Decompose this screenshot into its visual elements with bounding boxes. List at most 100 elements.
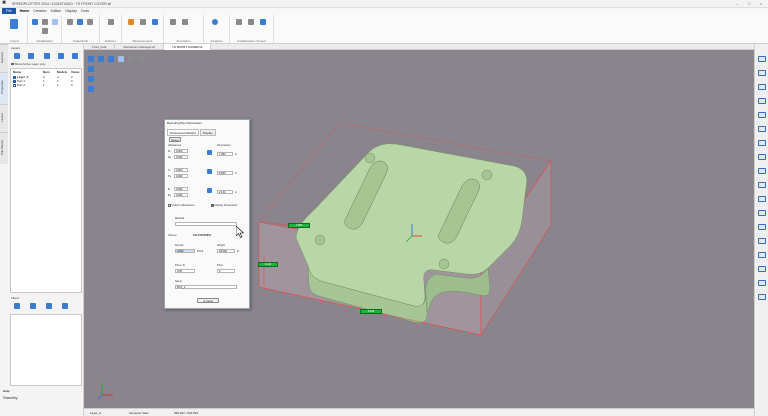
color-icon[interactable]	[758, 266, 766, 272]
layer-add-icon[interactable]	[14, 53, 20, 59]
lock-z-icon[interactable]	[207, 188, 212, 193]
menu-edition[interactable]: Edition	[51, 9, 62, 13]
reset-button[interactable]: Reset	[169, 137, 181, 142]
camera-icon[interactable]	[42, 28, 48, 34]
shade-icon[interactable]	[52, 19, 58, 25]
render-icon[interactable]	[42, 19, 48, 25]
snap-icon[interactable]	[67, 19, 73, 25]
x-plus-field[interactable]: 0.000	[174, 155, 188, 159]
measure-icon[interactable]	[128, 19, 134, 25]
status-view[interactable]: Isometric View	[129, 411, 148, 415]
z-minus-field[interactable]: 0.000	[174, 187, 188, 191]
show-active-layer-option[interactable]: Show Active Layer only	[11, 62, 46, 66]
filter-delete-icon[interactable]	[62, 303, 68, 309]
y-dimension-field[interactable]: 8.830	[217, 171, 233, 175]
filter-edit-icon[interactable]	[30, 303, 36, 309]
tab-properties[interactable]: Properties	[0, 72, 8, 102]
tab-dimensions-weight[interactable]: Dimensions/Weight	[167, 129, 199, 136]
align-icon[interactable]	[87, 19, 93, 25]
z-dimension-field[interactable]: 2.134	[217, 190, 233, 194]
wireframe-icon[interactable]	[758, 210, 766, 216]
texture-icon[interactable]	[758, 280, 766, 286]
filter-add-icon[interactable]	[14, 303, 20, 309]
close-button[interactable]: ⊘ Close	[197, 298, 219, 303]
select-icon[interactable]	[88, 66, 94, 72]
minimize-icon[interactable]: –	[736, 1, 738, 6]
menu-display[interactable]: Display	[65, 9, 76, 13]
view-rotate-icon[interactable]	[108, 56, 114, 62]
status-layer[interactable]: Layer_0	[90, 411, 101, 415]
export-icon[interactable]	[236, 19, 242, 25]
tab-front-bold[interactable]: Front_bold	[84, 43, 116, 50]
tab-explorer[interactable]: Explorer	[0, 44, 8, 70]
transparency-icon[interactable]	[758, 252, 766, 258]
view-pan-icon[interactable]	[118, 56, 124, 62]
view-back-icon[interactable]	[758, 98, 766, 104]
lock-x-icon[interactable]	[207, 150, 212, 155]
dimension-label-z[interactable]: 2.134	[258, 262, 278, 267]
lock-y-icon[interactable]	[207, 169, 212, 174]
view-section-icon[interactable]	[138, 56, 144, 62]
price-per-lb-field[interactable]: 0.00	[175, 269, 195, 273]
label-icon[interactable]	[182, 19, 188, 25]
view-right-icon[interactable]	[758, 84, 766, 90]
view-bottom-icon[interactable]	[758, 112, 766, 118]
view-front-icon[interactable]	[758, 56, 766, 62]
edit-icon[interactable]	[108, 19, 114, 25]
dimension-label-x[interactable]: 8.830	[360, 309, 382, 314]
view-fit-icon[interactable]	[98, 56, 104, 62]
name-field[interactable]: BOX_1	[175, 285, 237, 289]
weight-field[interactable]: 46.090	[217, 249, 235, 253]
cube-view-icon[interactable]	[32, 19, 38, 25]
maximize-icon[interactable]: □	[748, 1, 750, 6]
hidden-lines-icon[interactable]	[758, 224, 766, 230]
y-plus-field[interactable]: 0.000	[174, 174, 188, 178]
distance-icon[interactable]	[140, 19, 146, 25]
display-mode-icon[interactable]	[88, 86, 94, 92]
view-left-icon[interactable]	[758, 126, 766, 132]
view-iso3-icon[interactable]	[758, 168, 766, 174]
tab-front-cover[interactable]: TS FRONT COVER.stl	[164, 43, 212, 50]
tab-mechanism-manager[interactable]: Mechanism Manager.stl	[115, 43, 165, 50]
view-iso2-icon[interactable]	[758, 154, 766, 160]
display-dimensions-option[interactable]: Display Dimensions	[211, 204, 237, 207]
x-minus-field[interactable]: 0.000	[174, 149, 188, 153]
tab-clip-planes[interactable]: Clip Planes	[0, 132, 8, 162]
uniform-allowances-option[interactable]: Uniform Allowances	[168, 204, 194, 207]
note-icon[interactable]	[170, 19, 176, 25]
lighting-icon[interactable]	[758, 294, 766, 300]
analysis-icon[interactable]	[212, 19, 218, 25]
print-icon[interactable]	[260, 19, 266, 25]
layers-toggle-icon[interactable]	[88, 76, 94, 82]
menu-home[interactable]: Home	[20, 9, 30, 13]
view-home-icon[interactable]	[88, 56, 94, 62]
grid-icon[interactable]	[77, 19, 83, 25]
layer-merge-icon[interactable]	[44, 53, 50, 59]
x-dimension-field[interactable]: 7.080	[217, 152, 233, 156]
filter-copy-icon[interactable]	[46, 303, 52, 309]
density-field[interactable]: 0.000	[175, 249, 195, 253]
y-minus-field[interactable]: 0.000	[174, 168, 188, 172]
z-plus-field[interactable]: 0.000	[174, 193, 188, 197]
shading-icon[interactable]	[758, 196, 766, 202]
view-top-icon[interactable]	[758, 70, 766, 76]
import-icon[interactable]	[10, 19, 18, 29]
layer-duplicate-icon[interactable]	[28, 53, 34, 59]
tab-layers[interactable]: Layers	[0, 104, 8, 130]
view-iso-icon[interactable]	[758, 140, 766, 146]
close-icon[interactable]: ×	[760, 1, 762, 6]
material-field[interactable]	[175, 222, 237, 226]
view-iso4-icon[interactable]	[758, 182, 766, 188]
menu-creation[interactable]: Creation	[33, 9, 46, 13]
angle-icon[interactable]	[152, 19, 158, 25]
dimension-label-y[interactable]: 7.080	[288, 223, 310, 228]
layer-delete-icon[interactable]	[58, 53, 64, 59]
menu-tools[interactable]: Tools	[81, 9, 89, 13]
layer-row[interactable]: Part 2 1 1 0	[11, 83, 83, 87]
layer-settings-icon[interactable]	[72, 53, 78, 59]
price-field[interactable]: 0	[217, 269, 235, 273]
share-icon[interactable]	[248, 19, 254, 25]
tab-display[interactable]: Display	[199, 129, 216, 136]
view-zoom-icon[interactable]	[128, 56, 134, 62]
edges-icon[interactable]	[758, 238, 766, 244]
